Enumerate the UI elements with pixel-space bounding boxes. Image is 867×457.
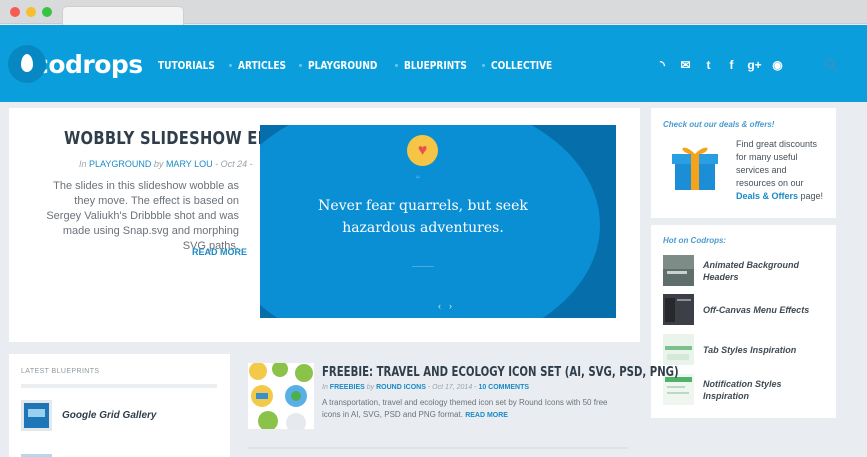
blueprint-item-label: Google Grid Gallery: [62, 410, 157, 421]
article-title[interactable]: FREEBIE: TRAVEL AND ECOLOGY ICON SET (AI…: [322, 365, 679, 380]
slide-prev-button[interactable]: ‹: [438, 301, 449, 311]
meta-in-label: In: [322, 384, 328, 391]
meta-by-label: by: [153, 159, 164, 169]
blueprints-heading: LATEST BLUEPRINTS: [21, 368, 100, 375]
featured-post: WOBBLY SLIDESHOW EFFECT In PLAYGROUND by…: [9, 108, 640, 342]
meta-in-label: In: [79, 159, 87, 169]
blueprints-divider: [21, 384, 217, 388]
hot-item-label: Off-Canvas Menu Effects: [703, 304, 810, 315]
hot-thumbnail: [663, 334, 694, 365]
article-read-more-link[interactable]: READ MORE: [465, 412, 508, 419]
nav-playground[interactable]: PLAYGROUND: [308, 59, 377, 72]
nav-separator: [482, 64, 486, 67]
hot-thumbnail: [663, 294, 694, 325]
article-description: A transportation, travel and ecology the…: [322, 397, 622, 422]
hot-item-label: Tab Styles Inspiration: [703, 344, 797, 355]
featured-read-more-link[interactable]: READ MORE: [192, 247, 247, 257]
featured-meta: In PLAYGROUND by MARY LOU - Oct 24 -: [79, 159, 253, 169]
browser-tab[interactable]: [62, 6, 184, 25]
nav-collective[interactable]: COLLECTIVE: [491, 59, 552, 72]
featured-description: The slides in this slideshow wobble as t…: [46, 180, 239, 252]
deals-text-after: page!: [798, 191, 824, 201]
hot-item[interactable]: Notification Styles Inspiration: [663, 374, 823, 405]
article-comments-link[interactable]: 10 COMMENTS: [478, 384, 529, 391]
logo-wordmark: codrops: [34, 49, 143, 79]
blueprint-thumbnail: [21, 400, 52, 431]
article-card: FREEBIE: TRAVEL AND ECOLOGY ICON SET (AI…: [240, 354, 679, 457]
drop-logo-icon: [8, 45, 46, 83]
deals-heading: Check out our deals & offers!: [663, 120, 775, 129]
article-thumbnail[interactable]: [248, 363, 314, 429]
github-icon[interactable]: ◉: [766, 58, 789, 72]
article-category-link[interactable]: FREEBIES: [330, 384, 365, 391]
site-header: codrops TUTORIALS ARTICLES PLAYGROUND BL…: [0, 25, 867, 102]
hot-item-label: Notification Styles Inspiration: [703, 378, 782, 401]
rss-icon[interactable]: ◝: [651, 58, 674, 72]
deals-text-before: Find great discounts for many useful ser…: [736, 139, 818, 188]
mail-icon[interactable]: ✉: [674, 58, 697, 72]
hot-item[interactable]: Tab Styles Inspiration: [663, 334, 823, 365]
featured-date: - Oct 24 -: [215, 159, 253, 169]
slideshow-preview[interactable]: ♥ “ Never fear quarrels, but seek hazard…: [260, 125, 616, 318]
facebook-icon[interactable]: f: [720, 58, 743, 72]
deals-text: Find great discounts for many useful ser…: [736, 138, 826, 203]
heart-icon: ♥: [407, 135, 438, 166]
article-author-link[interactable]: ROUND ICONS: [376, 384, 426, 391]
article-divider: [248, 447, 628, 449]
hot-on-codrops-widget: Hot on Codrops: Animated Background Head…: [651, 225, 836, 418]
blueprint-item[interactable]: Google Grid Gallery: [21, 400, 156, 431]
nav-tutorials[interactable]: TUTORIALS: [158, 59, 215, 72]
nav-separator: [229, 64, 233, 67]
article-date: - Oct 17, 2014 -: [427, 384, 477, 391]
browser-chrome: [0, 0, 867, 25]
google-plus-icon[interactable]: g+: [743, 58, 766, 72]
nav-blueprints[interactable]: BLUEPRINTS: [404, 59, 467, 72]
deals-widget: Check out our deals & offers! Find great…: [651, 108, 836, 218]
hot-item-label: Animated Background Headers: [703, 259, 800, 282]
nav-articles[interactable]: ARTICLES: [238, 59, 286, 72]
slide-divider: [412, 266, 434, 267]
hot-item[interactable]: Animated Background Headers: [663, 255, 823, 286]
search-icon[interactable]: [824, 58, 838, 72]
site-logo[interactable]: codrops: [8, 45, 143, 83]
twitter-icon[interactable]: t: [697, 58, 720, 72]
minimize-window-icon[interactable]: [26, 7, 36, 17]
hot-heading: Hot on Codrops:: [663, 236, 727, 245]
close-window-icon[interactable]: [10, 7, 20, 17]
featured-author-link[interactable]: MARY LOU: [166, 159, 213, 169]
hot-thumbnail: [663, 255, 694, 286]
nav-separator: [298, 64, 302, 67]
nav-separator: [394, 64, 398, 67]
latest-blueprints-widget: LATEST BLUEPRINTS Google Grid Gallery: [9, 354, 230, 457]
slide-next-button[interactable]: ›: [449, 301, 460, 311]
meta-by-label: by: [366, 384, 375, 391]
slide-nav: ‹›: [438, 301, 460, 311]
article-meta: In FREEBIES by ROUND ICONS - Oct 17, 201…: [322, 384, 529, 391]
main-nav: TUTORIALS ARTICLES PLAYGROUND BLUEPRINTS…: [158, 59, 566, 72]
gift-icon[interactable]: [669, 142, 721, 190]
featured-category-link[interactable]: PLAYGROUND: [89, 159, 151, 169]
deals-offers-link[interactable]: Deals & Offers: [736, 191, 798, 201]
hot-item[interactable]: Off-Canvas Menu Effects: [663, 294, 823, 325]
quote-mark: “: [416, 173, 420, 187]
slide-quote: Never fear quarrels, but seek hazardous …: [318, 198, 528, 236]
maximize-window-icon[interactable]: [42, 7, 52, 17]
social-links: ◝ ✉ t f g+ ◉: [651, 58, 789, 72]
